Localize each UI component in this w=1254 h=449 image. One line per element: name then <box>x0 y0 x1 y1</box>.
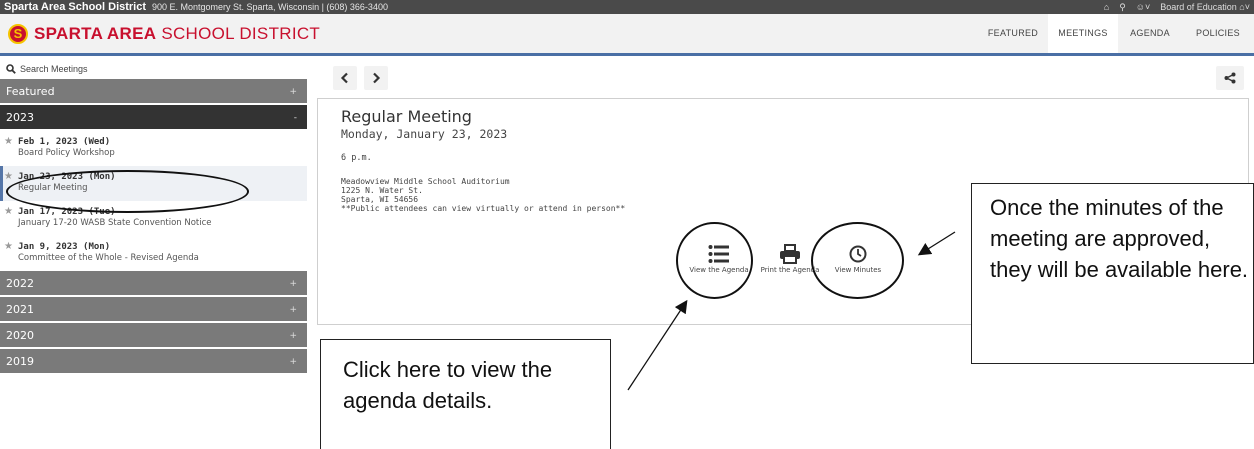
callout-minutes-note: Once the minutes of the meeting are appr… <box>971 183 1254 364</box>
highlight-circle-view-agenda <box>676 222 753 299</box>
star-icon[interactable]: ★ <box>4 171 13 182</box>
section-2022[interactable]: 2022 + <box>0 271 307 297</box>
expand-icon: + <box>289 279 297 289</box>
agenda-note-text: Click here to view the agenda details. <box>343 357 553 413</box>
section-label: Featured <box>6 85 55 98</box>
meeting-location: Meadowview Middle School Auditorium 1225… <box>341 177 625 213</box>
meeting-time: 6 p.m. <box>341 153 372 163</box>
location-line: Meadowview Middle School Auditorium <box>341 177 510 186</box>
location-line: Sparta, WI 54656 <box>341 195 419 204</box>
brand-name-thin: SCHOOL DISTRICT <box>161 24 321 43</box>
main-navbar: S SPARTA AREA SCHOOL DISTRICT FEATURED M… <box>0 14 1254 56</box>
section-2020[interactable]: 2020 + <box>0 323 307 349</box>
highlight-circle-view-minutes <box>811 222 904 299</box>
location-line: 1225 N. Water St. <box>341 186 423 195</box>
tab-meetings[interactable]: MEETINGS <box>1048 14 1118 53</box>
chevron-right-icon <box>373 72 381 84</box>
expand-icon: + <box>289 357 297 367</box>
star-icon[interactable]: ★ <box>4 136 13 147</box>
utility-icons: ⌂ ⚲ ☺˅ Board of Education ⌂˅ <box>1104 1 1250 13</box>
meeting-date: Jan 9, 2023 (Mon) <box>18 242 111 252</box>
section-label: 2021 <box>6 303 34 316</box>
highlight-ellipse-selected-meeting <box>6 170 249 213</box>
meeting-title-heading: Regular Meeting <box>341 107 472 126</box>
meeting-date-heading: Monday, January 23, 2023 <box>341 127 508 141</box>
search-icon[interactable]: ⚲ <box>1119 1 1126 13</box>
chevron-left-icon <box>340 72 348 84</box>
district-name[interactable]: Sparta Area School District <box>4 1 146 13</box>
callout-agenda-note: Click here to view the agenda details. <box>320 339 611 449</box>
home-icon[interactable]: ⌂ <box>1104 1 1109 13</box>
star-icon[interactable]: ★ <box>4 206 13 217</box>
tab-policies[interactable]: POLICIES <box>1182 14 1254 53</box>
section-label: 2020 <box>6 329 34 342</box>
tab-agenda[interactable]: AGENDA <box>1118 14 1182 53</box>
meeting-list-item[interactable]: ★ Jan 9, 2023 (Mon) Committee of the Who… <box>0 236 307 271</box>
user-icon[interactable]: ☺˅ <box>1136 1 1150 13</box>
section-featured[interactable]: Featured + <box>0 79 307 105</box>
board-of-education-link[interactable]: Board of Education ⌂˅ <box>1160 1 1250 13</box>
section-label: 2022 <box>6 277 34 290</box>
district-brand[interactable]: SPARTA AREA SCHOOL DISTRICT <box>34 24 320 44</box>
brand-name-bold: SPARTA AREA <box>34 24 157 43</box>
section-2019[interactable]: 2019 + <box>0 349 307 375</box>
printer-icon <box>780 244 800 264</box>
meeting-title: January 17-20 WASB State Convention Noti… <box>18 218 212 228</box>
meetings-sidebar: Search Meetings Featured + 2023 - ★ Feb … <box>0 59 307 449</box>
nav-tabs: FEATURED MEETINGS AGENDA POLICIES <box>978 14 1254 53</box>
star-icon[interactable]: ★ <box>4 241 13 252</box>
meeting-date: Feb 1, 2023 (Wed) <box>18 137 111 147</box>
district-address: 900 E. Montgomery St. Sparta, Wisconsin … <box>152 2 388 12</box>
tab-featured[interactable]: FEATURED <box>978 14 1048 53</box>
district-logo[interactable]: S <box>8 24 28 44</box>
search-meetings[interactable]: Search Meetings <box>0 59 307 79</box>
previous-meeting-button[interactable] <box>333 66 357 90</box>
utility-bar: Sparta Area School District 900 E. Montg… <box>0 0 1254 14</box>
meeting-title: Committee of the Whole - Revised Agenda <box>18 253 199 263</box>
expand-icon: + <box>289 305 297 315</box>
meeting-title: Board Policy Workshop <box>18 148 115 158</box>
meeting-list-item[interactable]: ★ Feb 1, 2023 (Wed) Board Policy Worksho… <box>0 131 307 166</box>
minutes-note-text: Once the minutes of the meeting are appr… <box>990 195 1249 282</box>
search-input[interactable]: Search Meetings <box>20 64 88 74</box>
next-meeting-button[interactable] <box>364 66 388 90</box>
section-label: 2019 <box>6 355 34 368</box>
share-button[interactable] <box>1216 66 1244 90</box>
collapse-icon: - <box>293 113 297 123</box>
share-icon <box>1224 72 1236 84</box>
location-line: **Public attendees can view virtually or… <box>341 204 626 213</box>
search-icon <box>6 64 16 74</box>
section-2023[interactable]: 2023 - <box>0 105 307 131</box>
expand-icon: + <box>289 87 297 97</box>
section-label: 2023 <box>6 111 34 124</box>
section-2021[interactable]: 2021 + <box>0 297 307 323</box>
expand-icon: + <box>289 331 297 341</box>
